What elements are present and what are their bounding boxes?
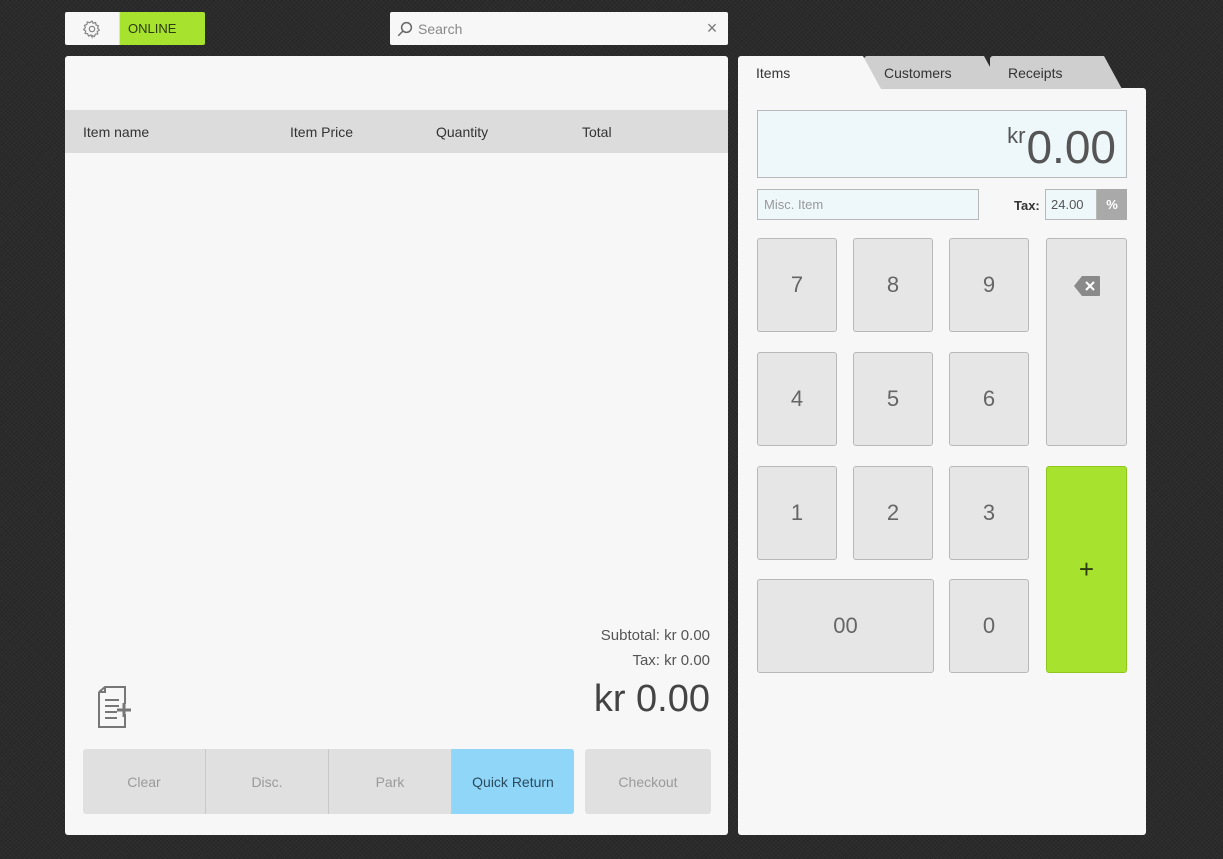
column-header-item-price: Item Price xyxy=(290,123,354,140)
discount-button[interactable]: Disc. xyxy=(206,749,329,814)
amount-display: kr 0.00 xyxy=(757,110,1127,178)
cart-totals: Subtotal: kr 0.00 Tax: kr 0.00 kr 0.00 xyxy=(594,623,710,723)
tab-receipts[interactable]: Receipts xyxy=(990,56,1122,89)
column-header-quantity: Quantity xyxy=(436,123,489,140)
clear-button[interactable]: Clear xyxy=(83,749,206,814)
quick-return-button[interactable]: Quick Return xyxy=(452,749,574,814)
checkout-button[interactable]: Checkout xyxy=(585,749,711,814)
add-note-icon xyxy=(98,686,131,728)
settings-button[interactable] xyxy=(65,12,120,45)
key-3[interactable]: 3 xyxy=(949,466,1029,560)
subtotal-value: kr 0.00 xyxy=(664,627,710,644)
tax-value: kr 0.00 xyxy=(664,652,710,669)
key-7[interactable]: 7 xyxy=(757,238,837,332)
backspace-button[interactable] xyxy=(1046,238,1127,446)
tax-label: Tax: xyxy=(632,652,660,669)
amount-value: 0.00 xyxy=(1026,121,1116,173)
column-header-total: Total xyxy=(582,123,612,140)
keypad-tax-label: Tax: xyxy=(1014,198,1040,213)
tax-rate-input[interactable] xyxy=(1045,189,1097,220)
tab-customers[interactable]: Customers xyxy=(864,56,1002,89)
search-clear-icon[interactable]: × xyxy=(702,18,722,39)
gear-icon xyxy=(82,19,101,39)
cart-action-bar: Clear Disc. Park Quick Return xyxy=(83,749,574,814)
grand-total: kr 0.00 xyxy=(593,678,710,720)
key-5[interactable]: 5 xyxy=(853,352,933,446)
backspace-icon xyxy=(1073,276,1100,296)
keypad-panel: kr 0.00 Tax: % 7 8 9 4 5 6 1 2 3 00 0 + xyxy=(738,88,1146,835)
search-input[interactable] xyxy=(414,20,702,37)
key-6[interactable]: 6 xyxy=(949,352,1029,446)
percent-button[interactable]: % xyxy=(1097,189,1127,220)
search-icon xyxy=(397,21,413,36)
key-8[interactable]: 8 xyxy=(853,238,933,332)
misc-item-input[interactable] xyxy=(757,189,979,220)
key-4[interactable]: 4 xyxy=(757,352,837,446)
search-bar: × xyxy=(390,12,728,45)
column-header-item-name: Item name xyxy=(83,123,150,140)
amount-currency: kr xyxy=(1007,123,1026,148)
subtotal-label: Subtotal: xyxy=(600,627,660,644)
tax-row: Tax: kr 0.00 xyxy=(594,648,710,673)
key-0[interactable]: 0 xyxy=(949,579,1029,673)
key-1[interactable]: 1 xyxy=(757,466,837,560)
key-00[interactable]: 00 xyxy=(757,579,934,673)
right-panel-tabs: Receipts Customers Items xyxy=(738,56,1128,89)
add-note-button[interactable] xyxy=(95,684,133,735)
add-item-plus-button[interactable]: + xyxy=(1046,466,1127,673)
key-9[interactable]: 9 xyxy=(949,238,1029,332)
cart-table-header: Item name Item Price Quantity Total xyxy=(65,110,728,153)
subtotal-row: Subtotal: kr 0.00 xyxy=(594,623,710,648)
topbar-status-group: ONLINE xyxy=(65,12,205,45)
cart-panel: Item name Item Price Quantity Total Subt… xyxy=(65,56,728,835)
online-status-badge: ONLINE xyxy=(120,12,205,45)
key-2[interactable]: 2 xyxy=(853,466,933,560)
tab-items[interactable]: Items xyxy=(738,56,881,89)
park-button[interactable]: Park xyxy=(329,749,452,814)
